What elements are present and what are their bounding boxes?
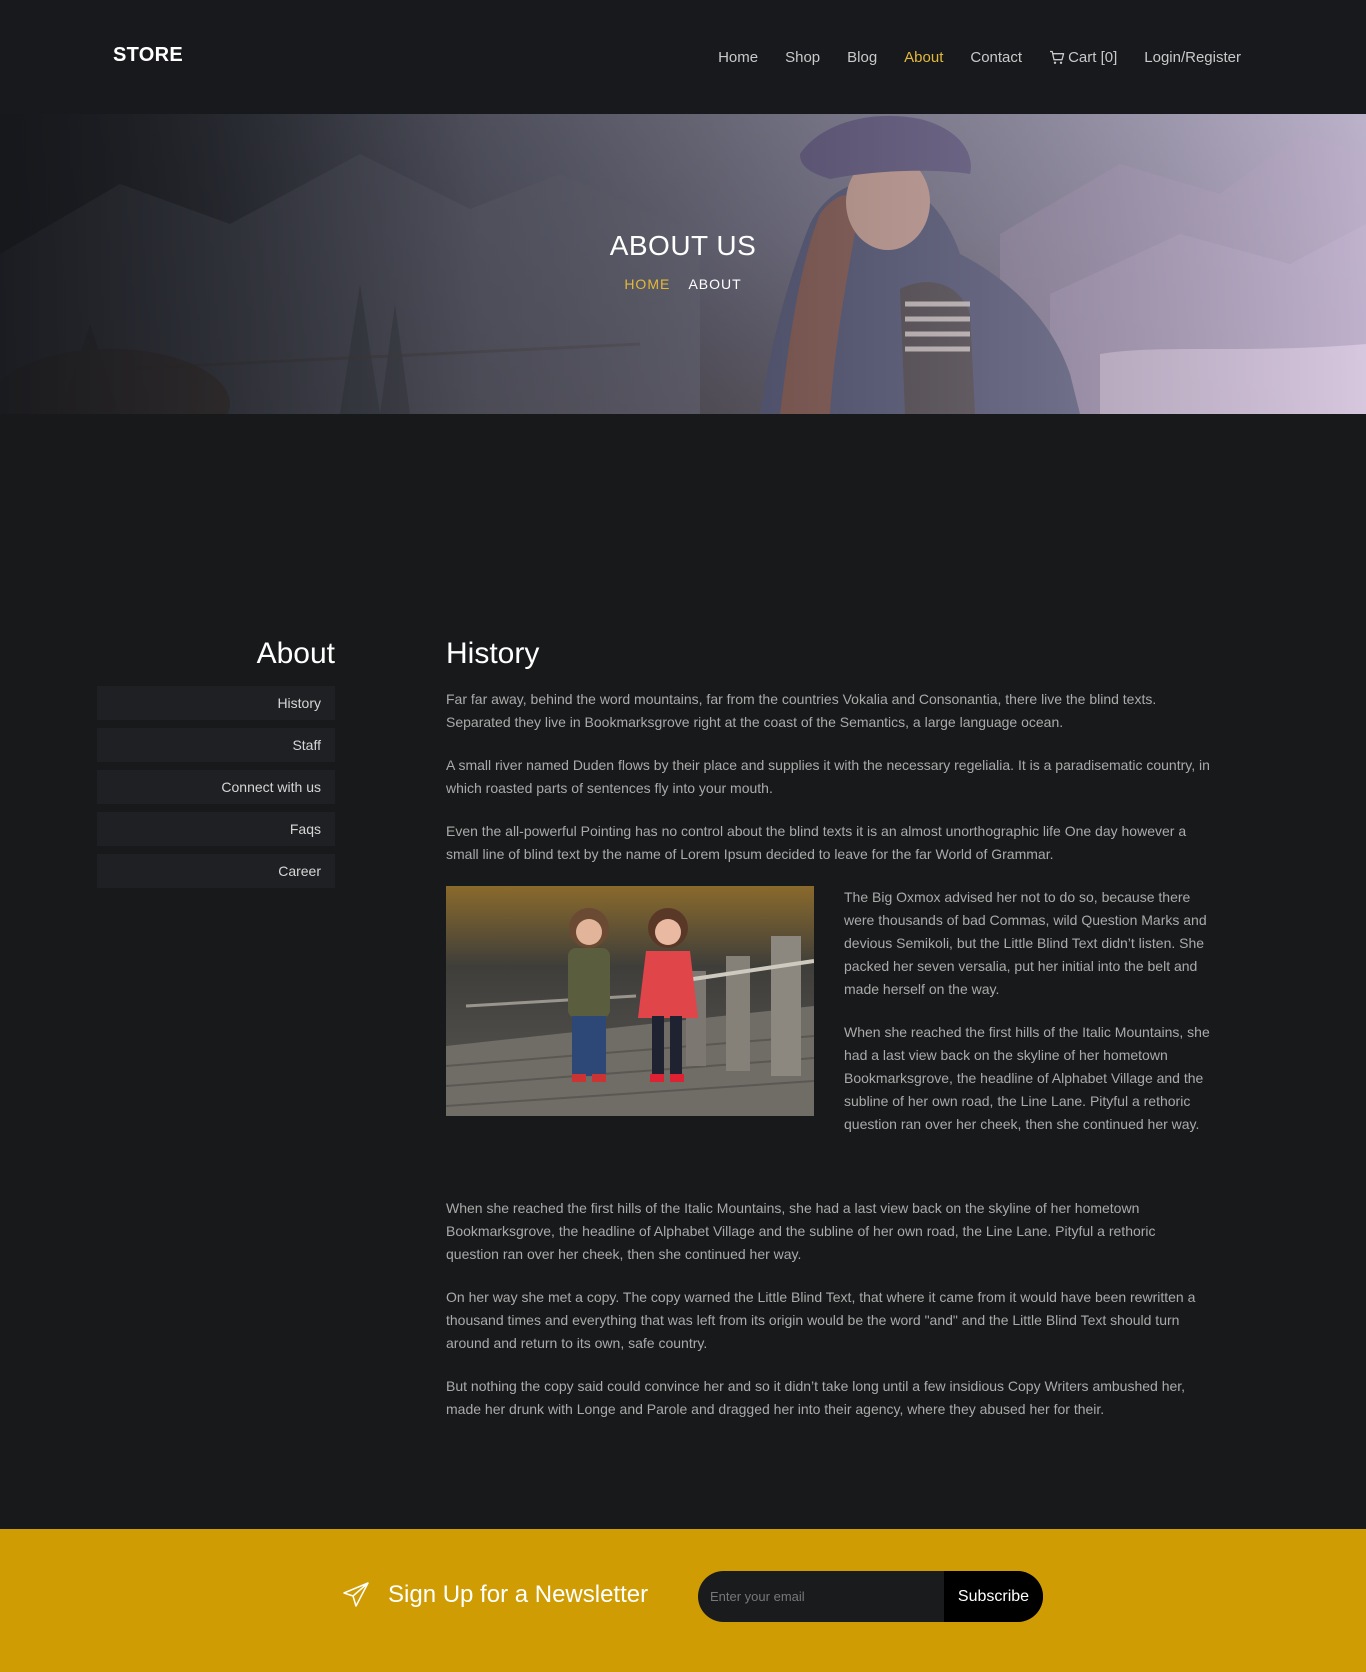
nav-cart-link[interactable]: Cart [0] [1049, 49, 1117, 66]
sidebar-title: About [256, 637, 335, 670]
breadcrumb-current: ABOUT [688, 276, 742, 292]
media-block: The Big Oxmox advised her not to do so, … [446, 886, 1212, 1156]
newsletter-heading: Sign Up for a Newsletter [342, 1581, 648, 1609]
main-content: History Far far away, behind the word mo… [446, 636, 1212, 1441]
page-title: ABOUT US [609, 230, 757, 261]
nav-home-link[interactable]: Home [718, 49, 758, 66]
media-text: The Big Oxmox advised her not to do so, … [844, 886, 1212, 1156]
sidebar: About History Staff Connect with us Faqs… [97, 636, 335, 896]
paragraph: Far far away, behind the word mountains,… [446, 691, 1157, 730]
breadcrumb-home-link[interactable]: HOME [624, 276, 670, 292]
cart-icon [1050, 50, 1065, 64]
paper-plane-icon [343, 1582, 369, 1607]
breadcrumb: HOME ABOUT [0, 276, 1366, 292]
hero-image [0, 114, 1366, 414]
nav-login-link[interactable]: Login/Register [1144, 49, 1241, 66]
nav-about-link[interactable]: About [904, 49, 943, 66]
paragraph: A small river named Duden flows by their… [446, 757, 1210, 796]
navbar: STORE Home Shop Blog About Contact Cart … [0, 0, 1366, 114]
paragraph: When she reached the first hills of the … [844, 1024, 1210, 1132]
children-photo-art [446, 886, 814, 1116]
newsletter-title: Sign Up for a Newsletter [388, 1581, 649, 1608]
paragraph: On her way she met a copy. The copy warn… [446, 1289, 1196, 1351]
sidebar-item-history[interactable]: History [97, 686, 335, 720]
nav-menu: Home Shop Blog About Contact Cart [0] Lo… [691, 49, 1241, 66]
nav-cart-label: Cart [0] [1068, 49, 1118, 66]
sidebar-item-connect[interactable]: Connect with us [97, 770, 335, 804]
paragraph: Even the all-powerful Pointing has no co… [446, 823, 1187, 862]
sidebar-item-faqs[interactable]: Faqs [97, 812, 335, 846]
sidebar-item-staff[interactable]: Staff [97, 728, 335, 762]
nav-shop-link[interactable]: Shop [785, 49, 820, 66]
nav-contact-link[interactable]: Contact [970, 49, 1022, 66]
subscribe-form: Subscribe [698, 1571, 1043, 1622]
content-title: History [446, 637, 540, 670]
brand-logo[interactable]: STORE [113, 44, 183, 67]
paragraph: The Big Oxmox advised her not to do so, … [844, 889, 1207, 997]
nav-blog-link[interactable]: Blog [847, 49, 877, 66]
email-field[interactable] [698, 1571, 944, 1622]
hero-banner: ABOUT US HOME ABOUT [0, 114, 1366, 414]
children-photo [446, 886, 814, 1116]
newsletter-section: Sign Up for a Newsletter Subscribe [0, 1529, 1366, 1672]
sidebar-item-career[interactable]: Career [97, 854, 335, 888]
paragraph: But nothing the copy said could convince… [446, 1378, 1186, 1417]
subscribe-button[interactable]: Subscribe [944, 1571, 1043, 1622]
paragraph: When she reached the first hills of the … [446, 1200, 1156, 1262]
